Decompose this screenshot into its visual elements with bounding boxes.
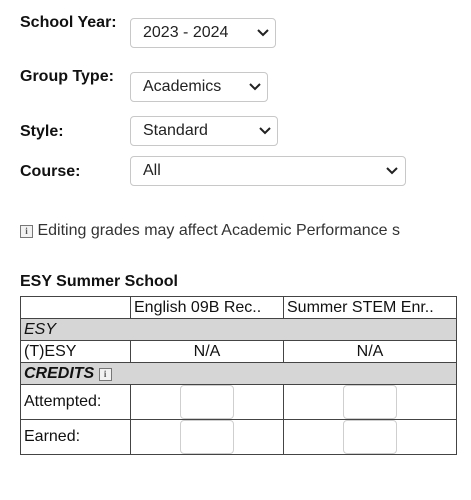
header-row: English 09B Rec.. Summer STEM Enr.. bbox=[20, 296, 457, 319]
attempted-cell bbox=[130, 384, 284, 420]
earned-cell bbox=[130, 419, 284, 455]
school-year-label: School Year: bbox=[20, 13, 120, 32]
attempted-row: Attempted: bbox=[20, 384, 457, 420]
group-type-label-text: Group Type: bbox=[20, 68, 114, 85]
info-icon[interactable]: i bbox=[20, 225, 33, 238]
style-label: Style: bbox=[20, 122, 120, 141]
school-year-value: 2023 - 2024 bbox=[143, 24, 229, 41]
attempted-input[interactable] bbox=[343, 385, 397, 419]
esy-value: N/A bbox=[283, 340, 457, 363]
row-label: Earned: bbox=[20, 419, 131, 455]
earned-cell bbox=[283, 419, 457, 455]
group-label: ESY bbox=[20, 318, 457, 341]
style-label-text: Style: bbox=[20, 123, 64, 140]
grade-edit-notice: i Editing grades may affect Academic Per… bbox=[20, 222, 400, 240]
group-type-value: Academics bbox=[143, 78, 222, 95]
chevron-down-icon bbox=[249, 83, 261, 91]
grades-table: English 09B Rec.. Summer STEM Enr.. ESY … bbox=[20, 296, 457, 455]
info-icon[interactable]: i bbox=[98, 367, 112, 381]
group-type-label: Group Type: bbox=[20, 67, 120, 86]
chevron-down-icon bbox=[259, 127, 271, 135]
credits-header-row: CREDITS i bbox=[20, 362, 457, 385]
attempted-input[interactable] bbox=[180, 385, 234, 419]
course-value: All bbox=[143, 162, 161, 179]
esy-value: N/A bbox=[130, 340, 284, 363]
style-select[interactable]: Standard bbox=[130, 116, 278, 146]
course-select[interactable]: All bbox=[130, 156, 406, 186]
style-value: Standard bbox=[143, 122, 208, 139]
group-type-select[interactable]: Academics bbox=[130, 72, 268, 102]
chevron-down-icon bbox=[257, 29, 269, 37]
credits-label: CREDITS bbox=[24, 364, 95, 382]
notice-text: Editing grades may affect Academic Perfo… bbox=[37, 222, 400, 239]
row-label: (T)ESY bbox=[20, 340, 131, 363]
esy-row: (T)ESY N/A N/A bbox=[20, 340, 457, 363]
course-label: Course: bbox=[20, 162, 120, 181]
header-corner-cell bbox=[20, 296, 131, 319]
course-label-text: Course: bbox=[20, 163, 81, 180]
attempted-cell bbox=[283, 384, 457, 420]
section-title: ESY Summer School bbox=[20, 273, 178, 290]
group-row-esy: ESY bbox=[20, 318, 457, 341]
column-header: Summer STEM Enr.. bbox=[283, 296, 457, 319]
school-year-label-text: School Year: bbox=[20, 14, 117, 31]
school-year-select[interactable]: 2023 - 2024 bbox=[130, 18, 276, 48]
earned-input[interactable] bbox=[180, 420, 234, 454]
credits-header: CREDITS i bbox=[20, 362, 457, 385]
column-header: English 09B Rec.. bbox=[130, 296, 284, 319]
chevron-down-icon bbox=[386, 167, 398, 175]
earned-input[interactable] bbox=[343, 420, 397, 454]
earned-row: Earned: bbox=[20, 419, 457, 455]
row-label: Attempted: bbox=[20, 384, 131, 420]
